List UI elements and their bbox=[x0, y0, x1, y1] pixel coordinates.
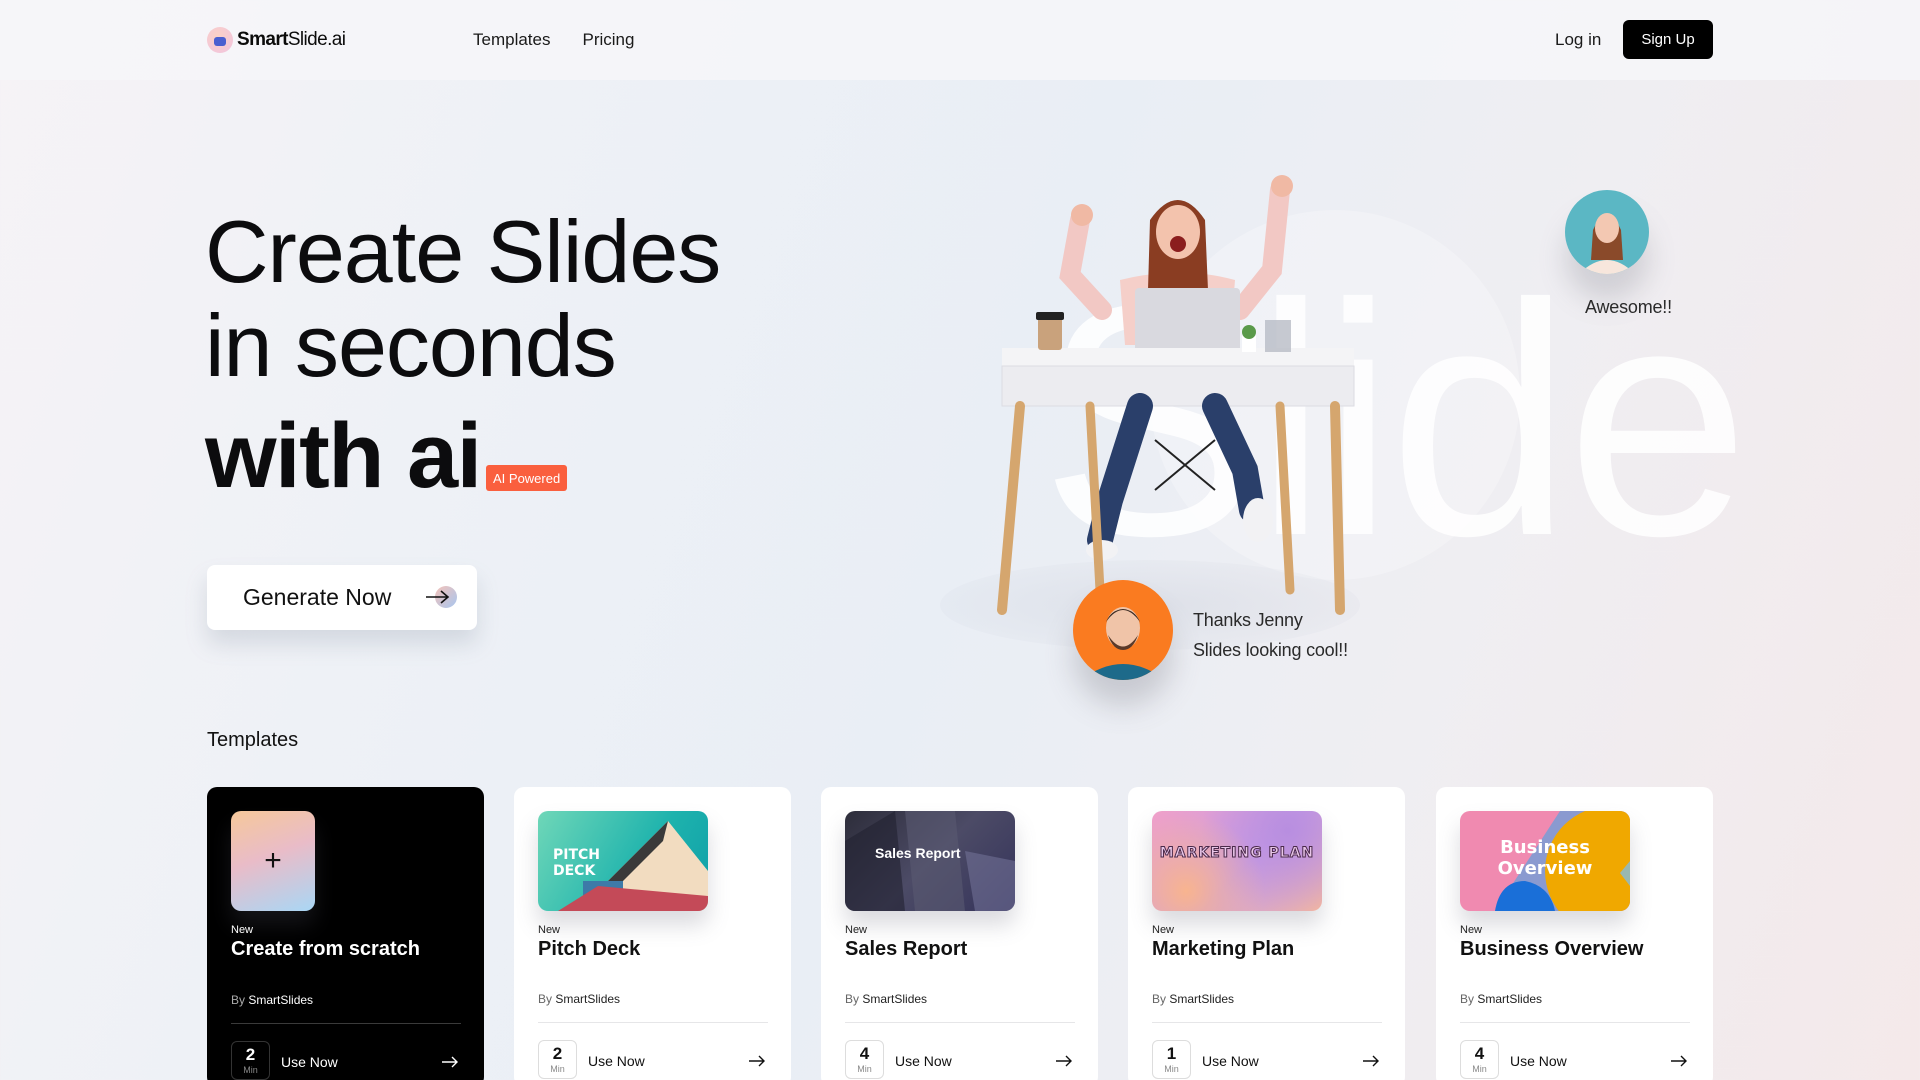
logo[interactable]: SmartSlide.ai bbox=[207, 27, 346, 53]
card-author: By SmartSlides bbox=[538, 992, 621, 1006]
card-author: By SmartSlides bbox=[231, 993, 314, 1007]
woman-at-desk-illustration bbox=[997, 175, 1355, 615]
template-card-business-overview[interactable]: Business Overview New Business Overview … bbox=[1436, 787, 1713, 1080]
use-now-link[interactable]: Use Now bbox=[588, 1053, 645, 1069]
template-thumbnail[interactable]: + bbox=[231, 811, 315, 911]
template-thumbnail[interactable]: PITCH DECK bbox=[538, 811, 708, 911]
card-author: By SmartSlides bbox=[1152, 992, 1235, 1006]
arrow-right-icon[interactable] bbox=[441, 1056, 459, 1068]
card-title: Pitch Deck bbox=[538, 938, 641, 960]
template-card-sales-report[interactable]: Sales Report New Sales Report By SmartSl… bbox=[821, 787, 1098, 1080]
robot-logo-icon bbox=[207, 27, 233, 53]
duration-badge: 4 Min bbox=[1460, 1040, 1499, 1079]
reply-line-1: Thanks Jenny bbox=[1193, 610, 1303, 630]
card-tag: New bbox=[1152, 924, 1175, 936]
divider bbox=[231, 1023, 461, 1024]
avatar-jenny bbox=[1565, 190, 1649, 274]
card-title: Create from scratch bbox=[231, 938, 420, 960]
divider bbox=[1152, 1022, 1382, 1023]
duration-badge: 2 Min bbox=[231, 1041, 270, 1080]
generate-now-button[interactable]: Generate Now bbox=[207, 565, 477, 630]
avatar-man bbox=[1073, 580, 1173, 680]
jenny-message: Awesome!! bbox=[1585, 297, 1672, 317]
templates-section-title: Templates bbox=[207, 729, 299, 751]
divider bbox=[845, 1022, 1075, 1023]
card-author: By SmartSlides bbox=[845, 992, 928, 1006]
template-card-pitch-deck[interactable]: PITCH DECK New Pitch Deck By SmartSlides… bbox=[514, 787, 791, 1080]
card-tag: New bbox=[1460, 924, 1483, 936]
duration-badge: 1 Min bbox=[1152, 1040, 1191, 1079]
hero-title-line-1: Create Slides bbox=[205, 202, 721, 301]
arrow-right-icon[interactable] bbox=[748, 1055, 766, 1067]
hero-title-line-2: in seconds bbox=[205, 296, 617, 395]
plus-icon: + bbox=[264, 844, 282, 877]
card-tag: New bbox=[538, 924, 561, 936]
ai-powered-badge: AI Powered bbox=[486, 465, 568, 491]
template-card-marketing-plan[interactable]: MARKETING PLAN New Marketing Plan By Sma… bbox=[1128, 787, 1405, 1080]
template-card-create-from-scratch[interactable]: + New Create from scratch By SmartSlides… bbox=[207, 787, 484, 1080]
divider bbox=[1460, 1022, 1690, 1023]
card-title: Business Overview bbox=[1460, 938, 1644, 960]
use-now-link[interactable]: Use Now bbox=[1510, 1053, 1567, 1069]
card-author: By SmartSlides bbox=[1460, 992, 1543, 1006]
signup-button[interactable]: Sign Up bbox=[1623, 20, 1713, 59]
nav-link-pricing[interactable]: Pricing bbox=[582, 30, 634, 50]
duration-badge: 2 Min bbox=[538, 1040, 577, 1079]
logo-text: SmartSlide.ai bbox=[237, 29, 346, 50]
woman-avatar-icon bbox=[1579, 213, 1635, 274]
use-now-link[interactable]: Use Now bbox=[895, 1053, 952, 1069]
arrow-right-icon[interactable] bbox=[1362, 1055, 1380, 1067]
arrow-right-icon[interactable] bbox=[1670, 1055, 1688, 1067]
login-link[interactable]: Log in bbox=[1555, 30, 1601, 50]
top-nav: SmartSlide.ai Templates Pricing Log in S… bbox=[0, 0, 1920, 80]
divider bbox=[538, 1022, 768, 1023]
template-thumbnail[interactable]: Business Overview bbox=[1460, 811, 1630, 911]
reply-message: Thanks Jenny Slides looking cool!! bbox=[1193, 605, 1348, 665]
reply-line-2: Slides looking cool!! bbox=[1193, 640, 1348, 660]
skyscraper-image bbox=[845, 811, 1015, 911]
card-title: Sales Report bbox=[845, 938, 968, 960]
hero-title-line-3: with ai bbox=[205, 405, 482, 507]
arrow-right-icon[interactable] bbox=[1055, 1055, 1073, 1067]
card-tag: New bbox=[845, 924, 868, 936]
template-thumbnail[interactable]: Sales Report bbox=[845, 811, 1015, 911]
card-title: Marketing Plan bbox=[1152, 938, 1295, 960]
nav-link-templates[interactable]: Templates bbox=[473, 30, 550, 50]
card-tag: New bbox=[231, 924, 254, 936]
arrow-right-icon bbox=[425, 585, 457, 609]
template-thumbnail[interactable]: MARKETING PLAN bbox=[1152, 811, 1322, 911]
generate-now-label: Generate Now bbox=[243, 584, 392, 610]
man-avatar-icon bbox=[1081, 607, 1165, 680]
duration-badge: 4 Min bbox=[845, 1040, 884, 1079]
use-now-link[interactable]: Use Now bbox=[281, 1054, 338, 1070]
use-now-link[interactable]: Use Now bbox=[1202, 1053, 1259, 1069]
nav-links: Templates Pricing bbox=[473, 30, 634, 50]
